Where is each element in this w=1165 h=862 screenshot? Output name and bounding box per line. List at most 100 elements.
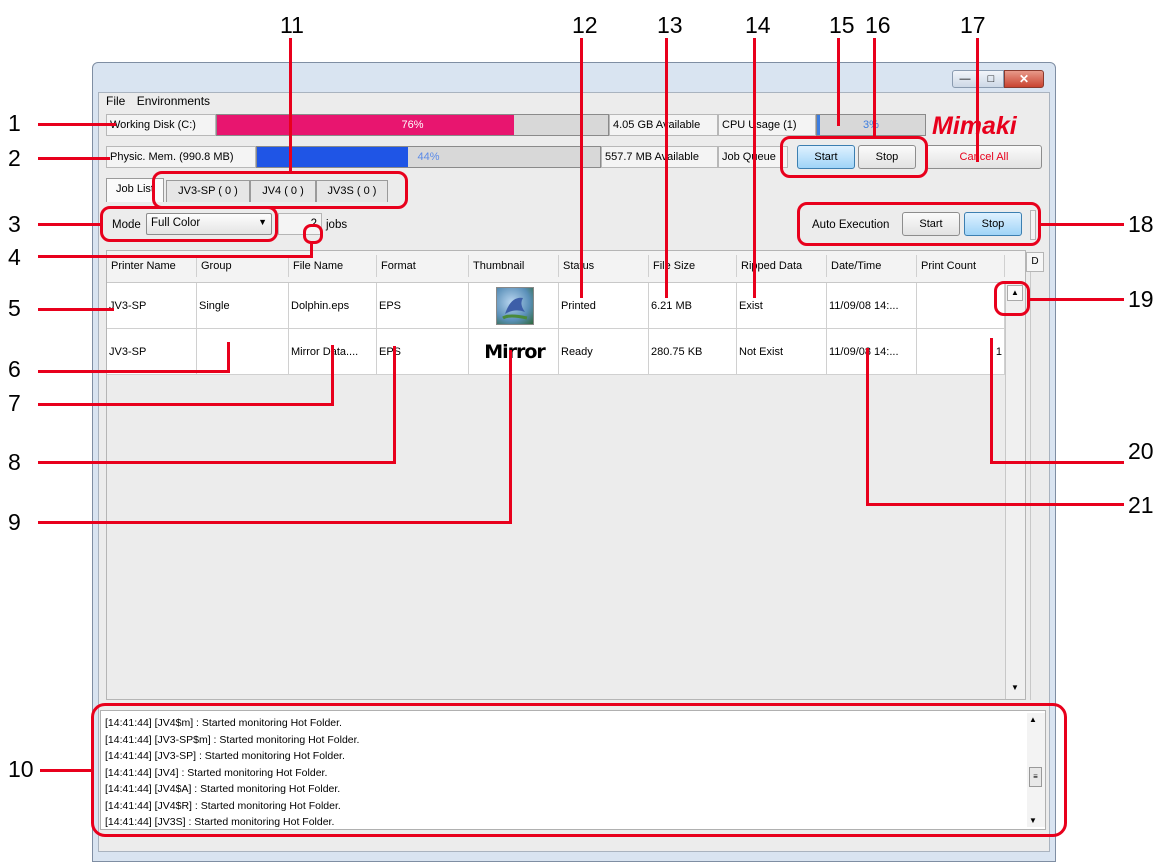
leader-18 xyxy=(1040,223,1124,226)
col-group[interactable]: Group xyxy=(197,255,289,277)
menu-environments[interactable]: Environments xyxy=(137,94,210,108)
leader-9v xyxy=(509,350,512,524)
callout-7: 7 xyxy=(8,390,21,416)
leader-3 xyxy=(38,223,102,226)
callout-13: 13 xyxy=(657,12,683,38)
leader-1 xyxy=(38,123,116,126)
cell-thumbnail xyxy=(469,283,559,329)
scroll-down-icon[interactable]: ▼ xyxy=(1007,681,1023,697)
cell-size: 6.21 MB xyxy=(649,283,737,329)
leader-8h xyxy=(38,461,396,464)
annotation-box-4 xyxy=(303,224,323,244)
cell-size: 280.75 KB xyxy=(649,329,737,375)
annotation-box-16 xyxy=(780,136,928,178)
callout-12: 12 xyxy=(572,12,598,38)
leader-4v xyxy=(310,243,313,258)
col-ripped-data[interactable]: Ripped Data xyxy=(737,255,827,277)
maximize-icon[interactable]: □ xyxy=(978,70,1004,88)
disk-percent: 76% xyxy=(401,119,424,131)
cell-datetime: 11/09/08 14:... xyxy=(827,283,917,329)
callout-15: 15 xyxy=(829,12,855,38)
callout-19: 19 xyxy=(1128,286,1154,312)
leader-11 xyxy=(289,38,292,173)
table-row[interactable]: JV3-SP Mirror Data.... EPS Mirror Ready … xyxy=(107,329,1005,375)
callout-21: 21 xyxy=(1128,492,1154,518)
cell-datetime: 11/09/08 14:... xyxy=(827,329,917,375)
cell-thumbnail: Mirror xyxy=(469,329,559,375)
cell-count xyxy=(917,283,1005,329)
leader-7v xyxy=(331,345,334,405)
cell-format: EPS xyxy=(377,283,469,329)
mem-label: Physic. Mem. (990.8 MB) xyxy=(106,146,256,168)
callout-2: 2 xyxy=(8,145,21,171)
leader-9h xyxy=(38,521,512,524)
menu-file[interactable]: File xyxy=(106,94,125,108)
disk-label: Working Disk (C:) xyxy=(106,114,216,136)
leader-21v xyxy=(866,348,869,506)
cell-status: Printed xyxy=(559,283,649,329)
col-date-time[interactable]: Date/Time xyxy=(827,255,917,277)
callout-14: 14 xyxy=(745,12,771,38)
callout-5: 5 xyxy=(8,295,21,321)
col-thumbnail[interactable]: Thumbnail xyxy=(469,255,559,277)
annotation-box-18 xyxy=(797,202,1041,246)
leader-20v xyxy=(990,338,993,464)
cell-group xyxy=(197,329,289,375)
col-file-size[interactable]: File Size xyxy=(649,255,737,277)
disk-usage-bar: 76% xyxy=(216,114,609,136)
cell-file: Dolphin.eps xyxy=(289,283,377,329)
callout-10: 10 xyxy=(8,756,34,782)
annotation-box-11 xyxy=(152,171,408,209)
col-printer-name[interactable]: Printer Name xyxy=(107,255,197,277)
table-scrollbar[interactable]: ▲ ▼ xyxy=(1005,283,1025,699)
dolphin-thumbnail-image xyxy=(495,286,534,325)
annotation-box-3 xyxy=(100,206,278,242)
callout-9: 9 xyxy=(8,509,21,535)
cpu-label: CPU Usage (1) xyxy=(718,114,816,136)
mem-percent: 44% xyxy=(417,151,440,163)
column-chooser-icon[interactable]: D xyxy=(1026,252,1044,272)
mem-usage-bar: 44% xyxy=(256,146,601,168)
close-icon[interactable]: ✕ xyxy=(1004,70,1044,88)
leader-17 xyxy=(976,38,979,162)
callout-8: 8 xyxy=(8,449,21,475)
cell-format: EPS xyxy=(377,329,469,375)
cell-ripped: Not Exist xyxy=(737,329,827,375)
leader-13 xyxy=(665,38,668,298)
leader-8v xyxy=(393,346,396,464)
cell-group: Single xyxy=(197,283,289,329)
leader-5 xyxy=(38,308,114,311)
leader-20h xyxy=(990,461,1124,464)
leader-6h xyxy=(38,370,230,373)
col-status[interactable]: Status xyxy=(559,255,649,277)
table-row[interactable]: JV3-SP Single Dolphin.eps EPS Printed 6.… xyxy=(107,283,1005,329)
minimize-icon[interactable]: — xyxy=(952,70,978,88)
callout-18: 18 xyxy=(1128,211,1154,237)
callout-11: 11 xyxy=(280,12,304,38)
cancel-all-button[interactable]: Cancel All xyxy=(926,145,1042,169)
mem-available: 557.7 MB Available xyxy=(601,146,718,168)
cell-status: Ready xyxy=(559,329,649,375)
callout-20: 20 xyxy=(1128,438,1154,464)
leader-6v xyxy=(227,342,230,372)
col-format[interactable]: Format xyxy=(377,255,469,277)
callout-1: 1 xyxy=(8,110,21,136)
callout-3: 3 xyxy=(8,211,21,237)
col-print-count[interactable]: Print Count xyxy=(917,255,1005,277)
disk-available: 4.05 GB Available xyxy=(609,114,718,136)
annotation-box-10 xyxy=(91,703,1067,837)
callout-16: 16 xyxy=(865,12,891,38)
leader-14 xyxy=(753,38,756,298)
cell-ripped: Exist xyxy=(737,283,827,329)
leader-16 xyxy=(873,38,876,138)
callout-4: 4 xyxy=(8,244,21,270)
leader-19 xyxy=(1030,298,1124,301)
cpu-percent: 3% xyxy=(863,119,879,131)
cell-printer: JV3-SP xyxy=(107,283,197,329)
callout-17: 17 xyxy=(960,12,986,38)
job-table: Printer Name Group File Name Format Thum… xyxy=(106,250,1026,700)
leader-2 xyxy=(38,157,110,160)
col-file-name[interactable]: File Name xyxy=(289,255,377,277)
leader-21h xyxy=(866,503,1124,506)
menu-bar: File Environments xyxy=(106,93,406,109)
